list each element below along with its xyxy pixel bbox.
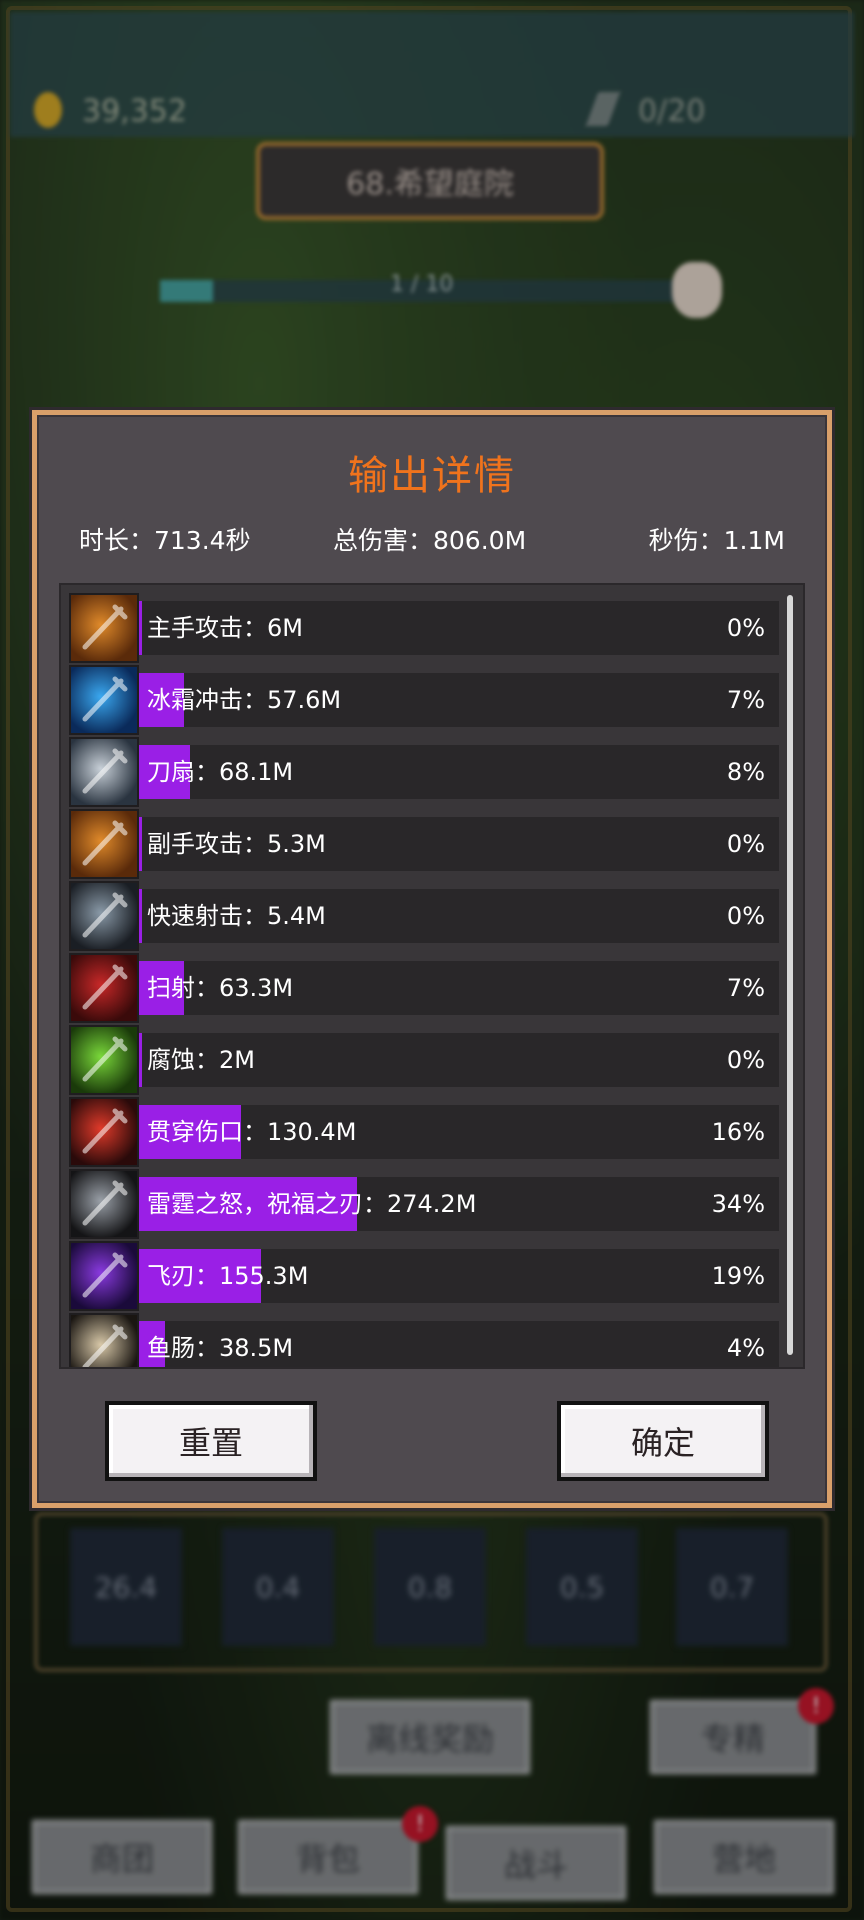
thunderfury-sword-icon [69, 1169, 139, 1239]
damage-share-bar: 主手攻击：6M 0% [139, 601, 779, 655]
curved-blade-icon [69, 1097, 139, 1167]
skill-damage-label: 贯穿伤口：130.4M [147, 1118, 357, 1146]
dps-stat: 秒伤：1.1M [648, 526, 785, 555]
damage-share-bar: 腐蚀：2M 0% [139, 1033, 779, 1087]
flying-blade-icon [69, 1241, 139, 1311]
skill-damage-label: 刀扇：68.1M [147, 758, 294, 786]
sword-icon [69, 809, 139, 879]
skill-damage-percent: 0% [726, 830, 765, 858]
damage-details-dialog: 输出详情 时长：713.4秒 总伤害：806.0M 秒伤：1.1M 主手攻击：6… [32, 410, 832, 1508]
skill-damage-percent: 0% [726, 902, 765, 930]
damage-share-bar: 副手攻击：5.3M 0% [139, 817, 779, 871]
skill-damage-label: 冰霜冲击：57.6M [147, 686, 342, 714]
damage-share-fill [139, 889, 143, 943]
damage-share-bar: 扫射：63.3M 7% [139, 961, 779, 1015]
skill-damage-percent: 4% [726, 1334, 765, 1362]
skill-damage-label: 腐蚀：2M [147, 1046, 255, 1074]
damage-share-bar: 飞刃：155.3M 19% [139, 1249, 779, 1303]
skill-damage-label: 飞刃：155.3M [147, 1262, 309, 1290]
skill-damage-list[interactable]: 主手攻击：6M 0% 冰霜冲击：57.6M 7% 刀扇：68.1M 8% 副手攻击：5.3M… [59, 583, 805, 1369]
dialog-title: 输出详情 [348, 453, 516, 499]
reset-button[interactable]: 重置 [105, 1401, 317, 1481]
damage-share-bar: 贯穿伤口：130.4M 16% [139, 1105, 779, 1159]
stats-row: 时长：713.4秒 总伤害：806.0M 秒伤：1.1M [79, 521, 785, 561]
duration-stat: 时长：713.4秒 [79, 526, 251, 555]
damage-share-fill [139, 1033, 142, 1087]
damage-share-fill [139, 601, 143, 655]
skill-damage-percent: 19% [711, 1262, 765, 1290]
skill-row: 冰霜冲击：57.6M 7% [69, 665, 779, 735]
blade-fan-icon [69, 737, 139, 807]
damage-share-bar: 刀扇：68.1M 8% [139, 745, 779, 799]
skill-row: 刀扇：68.1M 8% [69, 737, 779, 807]
skill-damage-percent: 0% [726, 614, 765, 642]
sword-icon [69, 593, 139, 663]
skill-damage-label: 鱼肠：38.5M [147, 1334, 294, 1362]
skill-row: 快速射击：5.4M 0% [69, 881, 779, 951]
damage-share-bar: 快速射击：5.4M 0% [139, 889, 779, 943]
poison-skull-icon [69, 1025, 139, 1095]
skill-damage-label: 主手攻击：6M [147, 614, 303, 642]
skill-row: 副手攻击：5.3M 0% [69, 809, 779, 879]
skill-row: 扫射：63.3M 7% [69, 953, 779, 1023]
skill-damage-percent: 8% [726, 758, 765, 786]
crossbow-icon [69, 953, 139, 1023]
skill-damage-percent: 34% [711, 1190, 765, 1218]
arrow-icon [69, 881, 139, 951]
skill-damage-percent: 7% [726, 974, 765, 1002]
damage-share-bar: 雷霆之怒，祝福之刃：274.2M 34% [139, 1177, 779, 1231]
skill-row: 鱼肠：38.5M 4% [69, 1313, 779, 1367]
ice-crystal-icon [69, 665, 139, 735]
skill-row: 主手攻击：6M 0% [69, 593, 779, 663]
total-damage-stat: 总伤害：806.0M [333, 526, 527, 555]
damage-share-bar: 冰霜冲击：57.6M 7% [139, 673, 779, 727]
skill-damage-percent: 16% [711, 1118, 765, 1146]
list-scrollbar[interactable] [787, 595, 793, 1355]
dagger-icon [69, 1313, 139, 1367]
skill-damage-label: 雷霆之怒，祝福之刃：274.2M [147, 1190, 477, 1218]
skill-damage-percent: 0% [726, 1046, 765, 1074]
skill-damage-label: 扫射：63.3M [147, 974, 294, 1002]
skill-row: 雷霆之怒，祝福之刃：274.2M 34% [69, 1169, 779, 1239]
damage-share-bar: 鱼肠：38.5M 4% [139, 1321, 779, 1367]
confirm-button[interactable]: 确定 [557, 1401, 769, 1481]
skill-damage-label: 副手攻击：5.3M [147, 830, 326, 858]
skill-row: 飞刃：155.3M 19% [69, 1241, 779, 1311]
skill-row: 腐蚀：2M 0% [69, 1025, 779, 1095]
skill-damage-label: 快速射击：5.4M [147, 902, 326, 930]
skill-row: 贯穿伤口：130.4M 16% [69, 1097, 779, 1167]
skill-damage-percent: 7% [726, 686, 765, 714]
damage-share-fill [139, 817, 143, 871]
